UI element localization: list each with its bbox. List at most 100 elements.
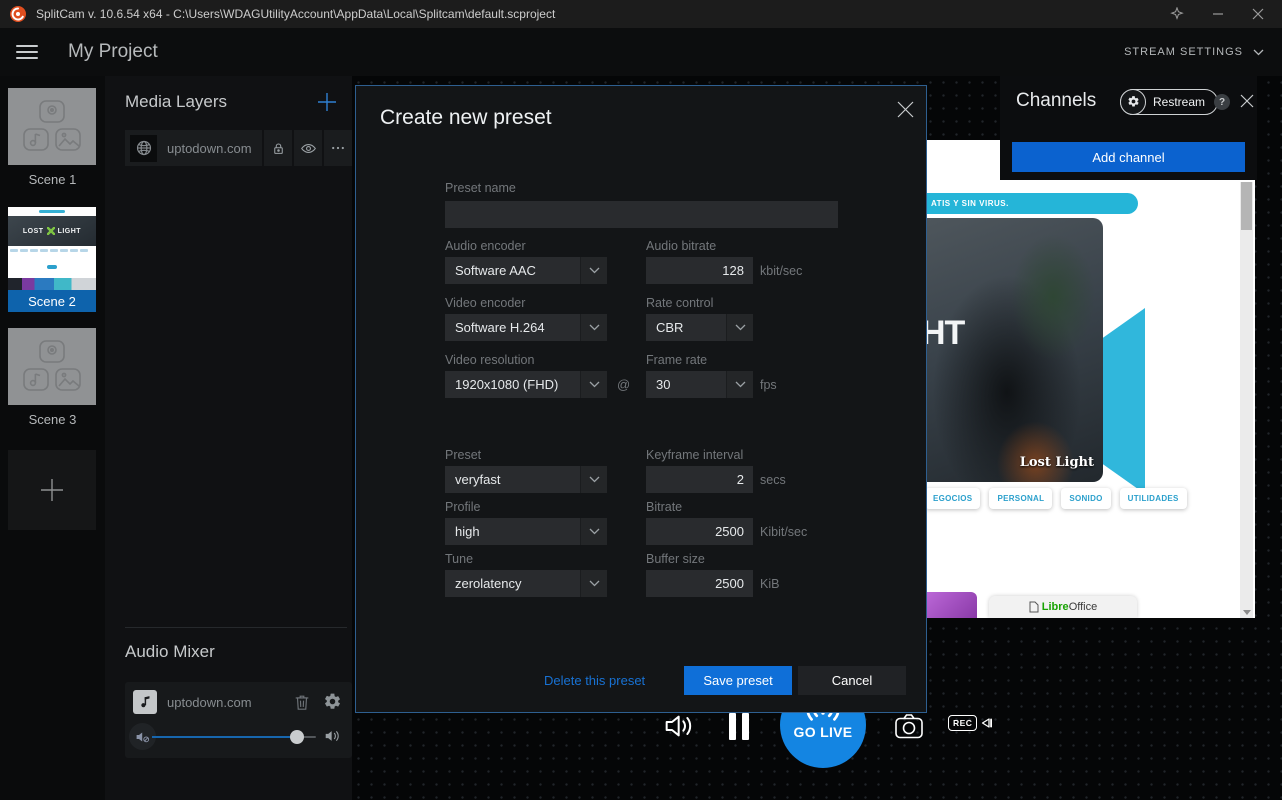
at-symbol: @ — [617, 377, 630, 392]
volume-slider[interactable] — [152, 736, 316, 738]
chevron-down-icon — [726, 314, 753, 341]
scene2-mini-banner: LOST LIGHT — [8, 216, 96, 246]
profile-label: Profile — [445, 500, 480, 514]
page-title: My Project — [68, 41, 158, 63]
media-layer-row[interactable]: uptodown.com — [125, 130, 352, 166]
category-chip[interactable]: EGOCIOS — [925, 488, 980, 509]
lock-icon — [271, 141, 286, 156]
volume-icon[interactable] — [664, 711, 696, 741]
game-card: HT Lost Light — [925, 218, 1103, 482]
scene2-mini-header — [8, 207, 96, 216]
scene-1-thumbnail[interactable] — [8, 88, 96, 165]
scene-2-label[interactable]: Scene 2 — [8, 290, 96, 312]
stream-settings-label: STREAM SETTINGS — [1124, 46, 1243, 58]
media-placeholder-icon — [20, 339, 84, 395]
tune-value: zerolatency — [445, 570, 580, 597]
libreoffice-label-green: Libre — [1042, 601, 1069, 613]
pause-button[interactable] — [729, 713, 749, 740]
frame-rate-value: 30 — [646, 371, 726, 398]
chevron-down-icon — [1253, 49, 1264, 56]
lock-layer-button[interactable] — [264, 130, 292, 166]
modal-title: Create new preset — [380, 106, 552, 130]
category-chip[interactable]: SONIDO — [1061, 488, 1110, 509]
bitrate-input[interactable]: 2500 — [646, 518, 753, 545]
record-button[interactable]: REC — [948, 715, 993, 731]
add-scene-button[interactable] — [8, 450, 96, 530]
audio-bitrate-suffix: kbit/sec — [760, 264, 802, 278]
pin-icon[interactable] — [1170, 7, 1184, 21]
game-card-headline: HT — [925, 314, 964, 353]
frame-rate-label: Frame rate — [646, 353, 707, 367]
modal-close-icon[interactable] — [894, 98, 917, 121]
tune-select[interactable]: zerolatency — [445, 570, 607, 597]
video-encoder-select[interactable]: Software H.264 — [445, 314, 607, 341]
buffer-size-label: Buffer size — [646, 552, 705, 566]
help-button[interactable]: ? — [1214, 94, 1230, 110]
close-icon[interactable] — [1252, 8, 1264, 20]
toggle-visibility-button[interactable] — [294, 130, 322, 166]
channels-panel: Channels Restream ? Add channel — [1000, 76, 1257, 180]
speaker-icon[interactable] — [324, 728, 341, 744]
mixer-source-name: uptodown.com — [167, 695, 252, 710]
frame-rate-select[interactable]: 30 — [646, 371, 753, 398]
keyframe-interval-input[interactable]: 2 — [646, 466, 753, 493]
media-audio-icon — [133, 690, 157, 714]
chevron-down-icon — [580, 314, 607, 341]
scene-1-label[interactable]: Scene 1 — [0, 172, 105, 187]
minimize-icon[interactable] — [1212, 8, 1224, 20]
video-resolution-value: 1920x1080 (FHD) — [445, 371, 580, 398]
media-placeholder-icon — [20, 99, 84, 155]
profile-value: high — [445, 518, 580, 545]
keyframe-interval-suffix: secs — [760, 473, 786, 487]
scene-3-thumbnail[interactable] — [8, 328, 96, 405]
window-title: SplitCam v. 10.6.54 x64 - C:\Users\WDAGU… — [36, 7, 555, 21]
splitcam-logo-icon — [10, 6, 26, 22]
audio-encoder-label: Audio encoder — [445, 239, 526, 253]
volume-thumb[interactable] — [290, 730, 304, 744]
save-preset-button[interactable]: Save preset — [684, 666, 792, 695]
chevron-down-icon — [580, 257, 607, 284]
chevron-down-icon — [580, 570, 607, 597]
camera-icon[interactable] — [894, 711, 924, 740]
scrollbar-arrow-icon[interactable] — [1243, 610, 1251, 615]
volume-fill — [152, 736, 297, 738]
stream-settings-button[interactable]: STREAM SETTINGS — [1124, 46, 1264, 58]
layer-more-button[interactable] — [324, 130, 352, 166]
category-chip[interactable]: UTILIDADES — [1120, 488, 1187, 509]
menu-icon[interactable] — [16, 45, 38, 59]
add-layer-icon[interactable] — [317, 92, 337, 112]
scene2-banner-text-left: LOST — [23, 228, 44, 235]
scene-3-label[interactable]: Scene 3 — [0, 412, 105, 427]
rate-control-select[interactable]: CBR — [646, 314, 753, 341]
scrollbar-thumb[interactable] — [1241, 182, 1252, 230]
preset-name-input[interactable] — [445, 201, 838, 228]
channels-close-icon[interactable] — [1240, 94, 1254, 108]
layer-main[interactable]: uptodown.com — [125, 130, 262, 166]
header: My Project STREAM SETTINGS — [0, 28, 1282, 76]
profile-select[interactable]: high — [445, 518, 607, 545]
splitcam-app: SplitCam v. 10.6.54 x64 - C:\Users\WDAGU… — [0, 0, 1282, 800]
chevron-down-icon — [580, 466, 607, 493]
cancel-button[interactable]: Cancel — [798, 666, 906, 695]
audio-mixer-title: Audio Mixer — [125, 642, 215, 661]
audio-bitrate-label: Audio bitrate — [646, 239, 716, 253]
buffer-size-input[interactable]: 2500 — [646, 570, 753, 597]
category-chip[interactable]: PERSONAL — [989, 488, 1052, 509]
preview-scrollbar[interactable] — [1240, 182, 1253, 618]
add-channel-button[interactable]: Add channel — [1012, 142, 1245, 172]
delete-preset-link[interactable]: Delete this preset — [544, 673, 645, 688]
audio-encoder-select[interactable]: Software AAC — [445, 257, 607, 284]
libreoffice-label-dark: Office — [1069, 601, 1098, 613]
restream-button[interactable]: Restream — [1120, 89, 1218, 115]
trash-icon[interactable] — [293, 692, 311, 712]
preset-select[interactable]: veryfast — [445, 466, 607, 493]
video-resolution-select[interactable]: 1920x1080 (FHD) — [445, 371, 607, 398]
audio-mixer-item: uptodown.com — [125, 682, 352, 758]
create-preset-modal: Create new preset Preset name Audio enco… — [355, 85, 927, 713]
rate-control-value: CBR — [646, 314, 726, 341]
gear-icon[interactable] — [323, 692, 342, 711]
scene-2-thumbnail[interactable]: LOST LIGHT — [8, 207, 96, 290]
audio-bitrate-input[interactable]: 128 — [646, 257, 753, 284]
chevron-down-icon — [580, 371, 607, 398]
libreoffice-tile: LibreOffice — [989, 596, 1137, 618]
